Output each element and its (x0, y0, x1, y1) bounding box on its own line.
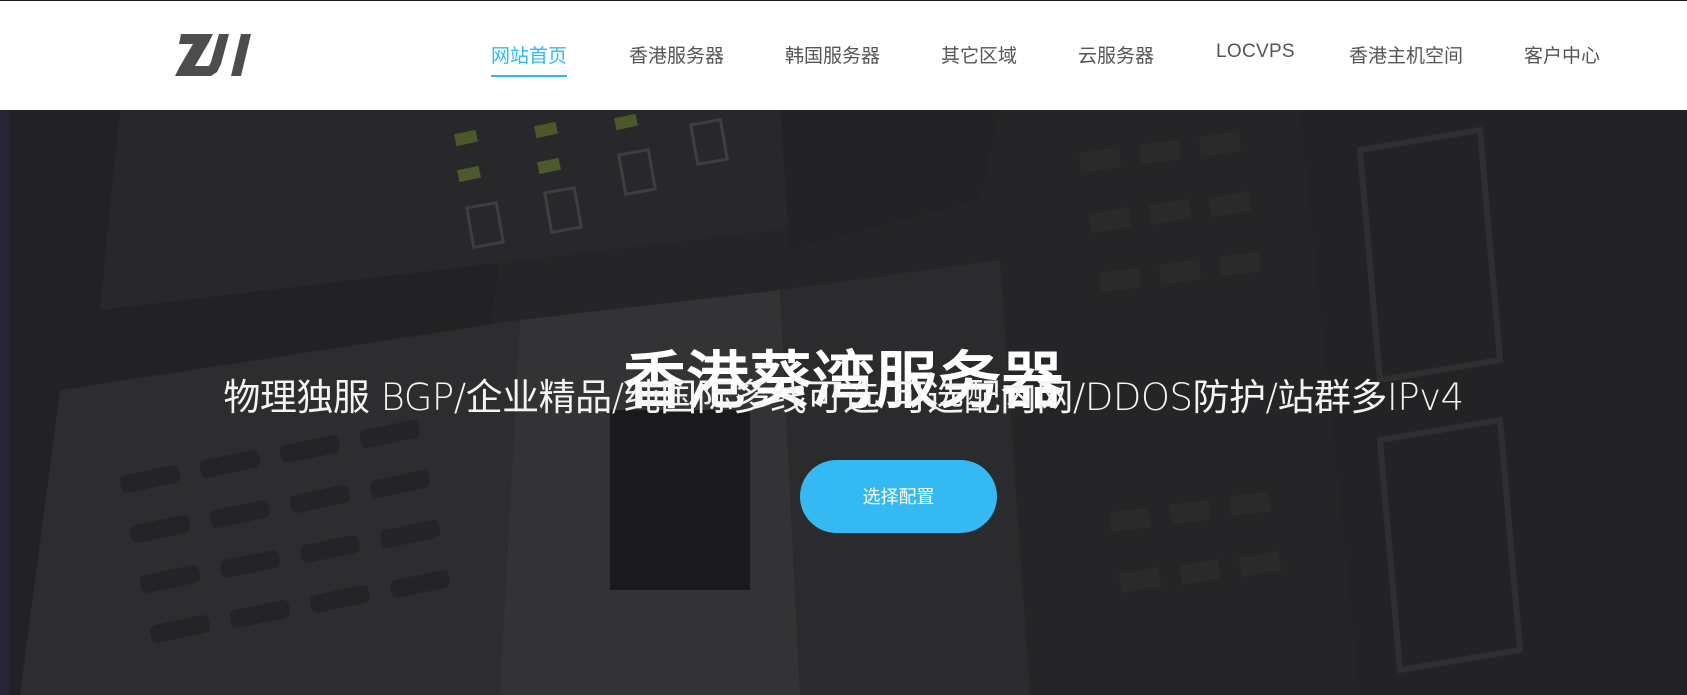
nav-item-other-regions[interactable]: 其它区域 (941, 41, 1017, 71)
hero-banner: 香港葵湾服务器 物理独服 BGP/企业精品/纯国际多线可选 可选配内网/DDOS… (0, 110, 1687, 695)
main-nav: 网站首页 香港服务器 韩国服务器 其它区域 云服务器 LOCVPS 香港主机空间… (0, 1, 1687, 110)
nav-item-cloud-servers[interactable]: 云服务器 (1078, 41, 1154, 71)
site-header: 网站首页 香港服务器 韩国服务器 其它区域 云服务器 LOCVPS 香港主机空间… (0, 1, 1687, 110)
nav-item-home[interactable]: 网站首页 (491, 41, 568, 77)
nav-item-hk-hosting[interactable]: 香港主机空间 (1349, 41, 1463, 71)
nav-item-locvps[interactable]: LOCVPS (1216, 41, 1295, 71)
nav-item-korea-servers[interactable]: 韩国服务器 (785, 41, 880, 71)
nav-item-hk-servers[interactable]: 香港服务器 (629, 41, 724, 71)
hero-subtitle: 物理独服 BGP/企业精品/纯国际多线可选 可选配内网/DDOS防护/站群多IP… (223, 376, 1464, 419)
nav-item-client-center[interactable]: 客户中心 (1524, 41, 1600, 71)
page: 网站首页 香港服务器 韩国服务器 其它区域 云服务器 LOCVPS 香港主机空间… (0, 0, 1687, 695)
choose-config-button[interactable]: 选择配置 (800, 460, 997, 533)
